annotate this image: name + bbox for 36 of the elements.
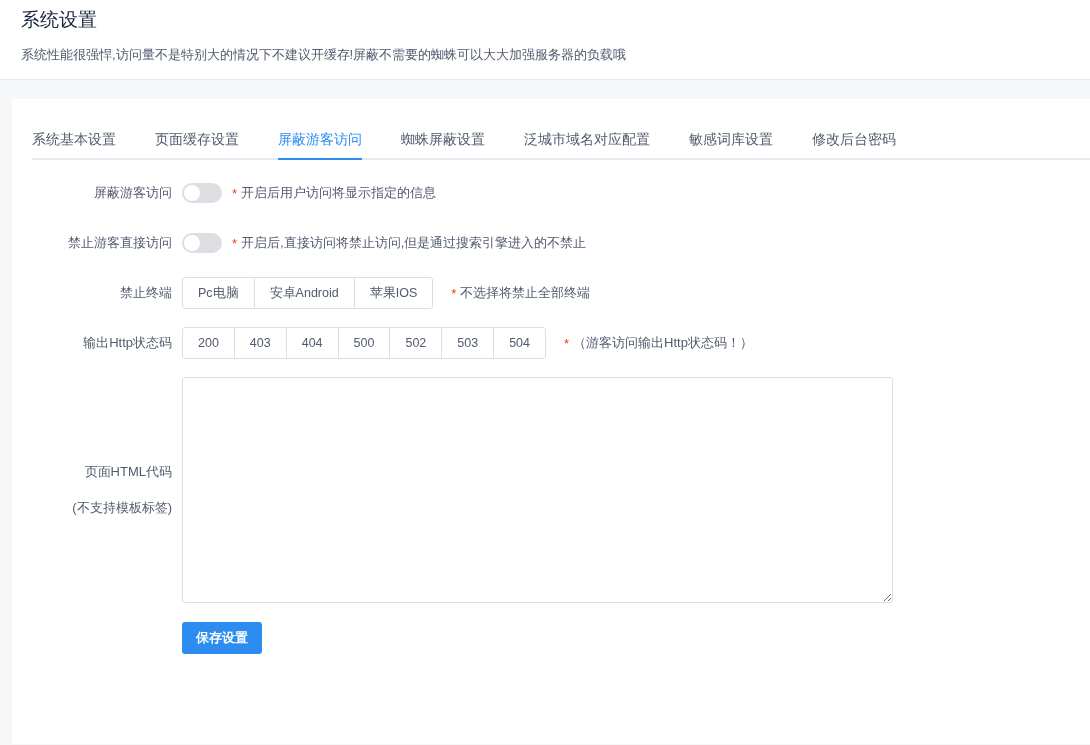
required-mark: *	[564, 335, 570, 351]
tab[interactable]: 系统基本设置	[32, 129, 136, 158]
tab[interactable]: 蜘蛛屏蔽设置	[401, 129, 505, 158]
field-label: 禁止终端	[120, 284, 172, 302]
option-button[interactable]: 200	[182, 327, 235, 359]
tab[interactable]: 屏蔽游客访问	[278, 129, 362, 160]
option-button[interactable]: 403	[233, 327, 287, 359]
page-description: 系统性能很强悍,访问量不是特别大的情况下不建议开缓存!屏蔽不需要的蜘蛛可以大大加强服务器的负载哦	[21, 46, 628, 64]
tab[interactable]: 修改后台密码	[812, 129, 916, 158]
page-title: 系统设置	[21, 8, 98, 32]
field-hint: (不支持模板标签)	[72, 499, 172, 517]
field-label: 输出Http状态码	[83, 334, 172, 352]
tab[interactable]: 泛城市域名对应配置	[524, 129, 670, 158]
field-label: 屏蔽游客访问	[94, 184, 172, 202]
option-button[interactable]: 504	[493, 327, 546, 359]
toggle-switch[interactable]	[182, 233, 222, 253]
option-button[interactable]: 安卓Android	[253, 277, 355, 309]
tab[interactable]: 敏感词库设置	[689, 129, 793, 158]
option-button[interactable]: Pc电脑	[182, 277, 255, 309]
option-button[interactable]: 503	[441, 327, 495, 359]
field-note: 开启后用户访问将显示指定的信息	[241, 184, 437, 202]
field-note: 开启后,直接访问将禁止访问,但是通过搜索引擎进入的不禁止	[241, 234, 587, 252]
required-mark: *	[232, 185, 238, 201]
field-label: 页面HTML代码	[84, 463, 172, 481]
option-button[interactable]: 苹果IOS	[353, 277, 434, 309]
tab[interactable]: 页面缓存设置	[155, 129, 259, 158]
option-button[interactable]: 502	[389, 327, 443, 359]
required-mark: *	[451, 285, 457, 301]
required-mark: *	[232, 235, 238, 251]
option-button[interactable]: 404	[285, 327, 339, 359]
field-note: （游客访问输出Http状态码！）	[573, 334, 753, 352]
field-note: 不选择将禁止全部终端	[460, 284, 591, 302]
toggle-switch[interactable]	[182, 183, 222, 203]
code-input-field[interactable]	[182, 377, 893, 603]
option-button[interactable]: 500	[337, 327, 391, 359]
field-label: 禁止游客直接访问	[68, 234, 172, 252]
